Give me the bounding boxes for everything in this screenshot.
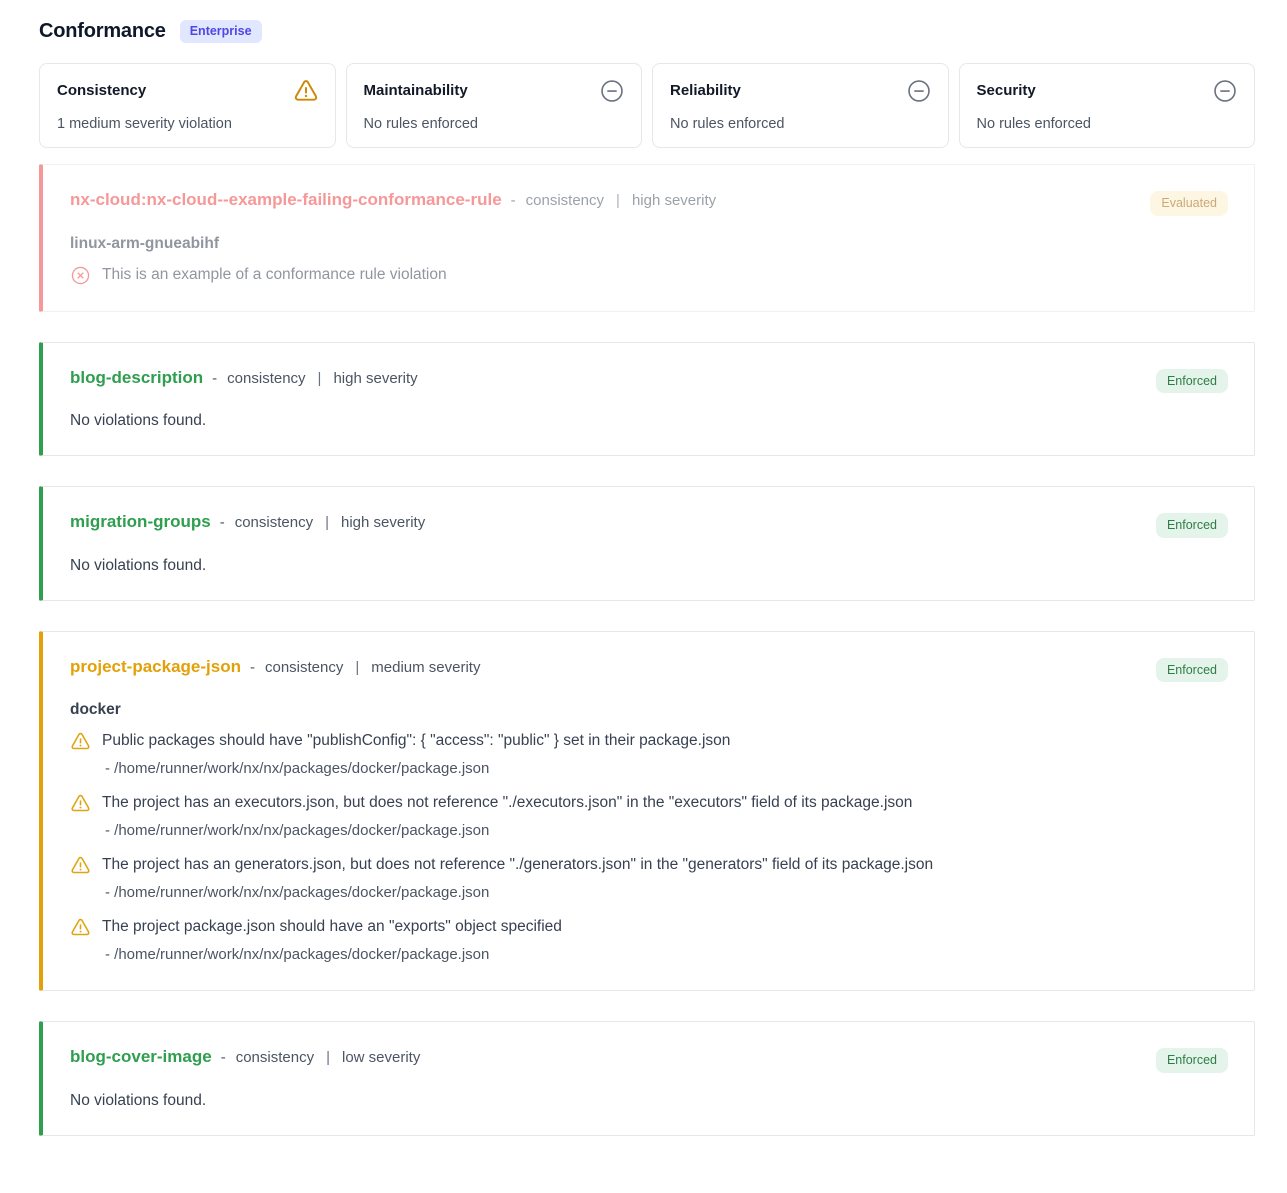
violation-message: This is an example of a conformance rule… [102, 264, 447, 285]
rule-severity: high severity [333, 370, 417, 387]
rule-category: consistency [265, 659, 343, 676]
no-violations-text: No violations found. [70, 1092, 1228, 1110]
violation-item: The project has an executors.json, but d… [70, 792, 1228, 841]
minus-circle-icon [906, 78, 932, 104]
enterprise-badge: Enterprise [180, 20, 262, 43]
rule-category: consistency [236, 1049, 314, 1066]
page-title: Conformance [39, 20, 166, 43]
category-status-text: No rules enforced [977, 116, 1239, 132]
violation-item: The project package.json should have an … [70, 916, 1228, 965]
rule-severity: high severity [341, 514, 425, 531]
category-summary-card: Maintainability No rules enforced [346, 63, 643, 148]
rule-severity: medium severity [371, 659, 480, 676]
rule-status-badge: Enforced [1156, 513, 1228, 538]
rule-meta-divider: | [325, 514, 329, 531]
rule-body: No violations found. [70, 1092, 1228, 1110]
minus-circle-icon [1212, 78, 1238, 104]
rule-name-link[interactable]: blog-description [70, 368, 203, 388]
category-title: Security [977, 78, 1036, 99]
category-summary-card: Reliability No rules enforced [652, 63, 949, 148]
category-title: Reliability [670, 78, 741, 99]
rule-meta-divider: | [355, 659, 359, 676]
rules-list: nx-cloud:nx-cloud--example-failing-confo… [39, 164, 1255, 1136]
violation-message: The project has an generators.json, but … [102, 854, 933, 875]
violation-file-path: - /home/runner/work/nx/nx/packages/docke… [105, 821, 1228, 841]
rule-card: nx-cloud:nx-cloud--example-failing-confo… [39, 164, 1255, 312]
rule-meta-separator: - [250, 659, 255, 676]
rule-category: consistency [526, 192, 604, 209]
minus-circle-icon [599, 78, 625, 104]
rule-name-link[interactable]: blog-cover-image [70, 1047, 212, 1067]
warning-triangle-icon [70, 855, 91, 876]
rule-body: linux-arm-gnueabihf This is an example of… [70, 235, 1228, 286]
rule-card: project-package-json - consistency | med… [39, 631, 1255, 992]
project-name: docker [70, 701, 1228, 719]
violation-message: The project has an executors.json, but d… [102, 792, 912, 813]
rule-name-link[interactable]: migration-groups [70, 512, 211, 532]
rule-status-badge: Enforced [1156, 369, 1228, 394]
violation-message: Public packages should have "publishConf… [102, 730, 730, 751]
no-violations-text: No violations found. [70, 557, 1228, 575]
warning-triangle-icon [70, 731, 91, 752]
rule-card: migration-groups - consistency | high se… [39, 486, 1255, 601]
violation-message: The project package.json should have an … [102, 916, 562, 937]
rule-name-link[interactable]: project-package-json [70, 657, 241, 677]
category-summary-row: Consistency 1 medium severity violation … [39, 63, 1255, 148]
error-circle-icon [70, 265, 91, 286]
rule-card: blog-description - consistency | high se… [39, 342, 1255, 457]
category-status-text: No rules enforced [364, 116, 626, 132]
rule-meta-divider: | [318, 370, 322, 387]
violation-item: The project has an generators.json, but … [70, 854, 1228, 903]
rule-body: docker Public packages should have "publi… [70, 701, 1228, 965]
violation-item: Public packages should have "publishConf… [70, 730, 1228, 779]
conformance-page: Conformance Enterprise Consistency 1 med… [0, 0, 1287, 1174]
violation-file-path: - /home/runner/work/nx/nx/packages/docke… [105, 883, 1228, 903]
rule-category: consistency [235, 514, 313, 531]
rule-category: consistency [227, 370, 305, 387]
warning-triangle-icon [293, 78, 319, 104]
rule-status-badge: Enforced [1156, 658, 1228, 683]
violation-item: This is an example of a conformance rule… [70, 264, 1228, 286]
rule-meta-divider: | [616, 192, 620, 209]
rule-meta-separator: - [221, 1049, 226, 1066]
rule-meta-divider: | [326, 1049, 330, 1066]
violation-file-path: - /home/runner/work/nx/nx/packages/docke… [105, 945, 1228, 965]
rule-status-badge: Evaluated [1150, 191, 1228, 216]
rule-meta-separator: - [212, 370, 217, 387]
rule-body: No violations found. [70, 557, 1228, 575]
rule-severity: low severity [342, 1049, 420, 1066]
rule-body: No violations found. [70, 412, 1228, 430]
rule-severity: high severity [632, 192, 716, 209]
rule-name-link[interactable]: nx-cloud:nx-cloud--example-failing-confo… [70, 190, 502, 210]
category-summary-card: Security No rules enforced [959, 63, 1256, 148]
category-status-text: No rules enforced [670, 116, 932, 132]
violation-file-path: - /home/runner/work/nx/nx/packages/docke… [105, 759, 1228, 779]
warning-triangle-icon [70, 793, 91, 814]
rule-meta-separator: - [220, 514, 225, 531]
category-status-text: 1 medium severity violation [57, 116, 319, 132]
project-name: linux-arm-gnueabihf [70, 235, 1228, 253]
warning-triangle-icon [70, 917, 91, 938]
category-summary-card: Consistency 1 medium severity violation [39, 63, 336, 148]
rule-meta-separator: - [511, 192, 516, 209]
page-header: Conformance Enterprise [39, 20, 1255, 43]
no-violations-text: No violations found. [70, 412, 1228, 430]
rule-card: blog-cover-image - consistency | low sev… [39, 1021, 1255, 1136]
category-title: Consistency [57, 78, 146, 99]
category-title: Maintainability [364, 78, 468, 99]
rule-status-badge: Enforced [1156, 1048, 1228, 1073]
